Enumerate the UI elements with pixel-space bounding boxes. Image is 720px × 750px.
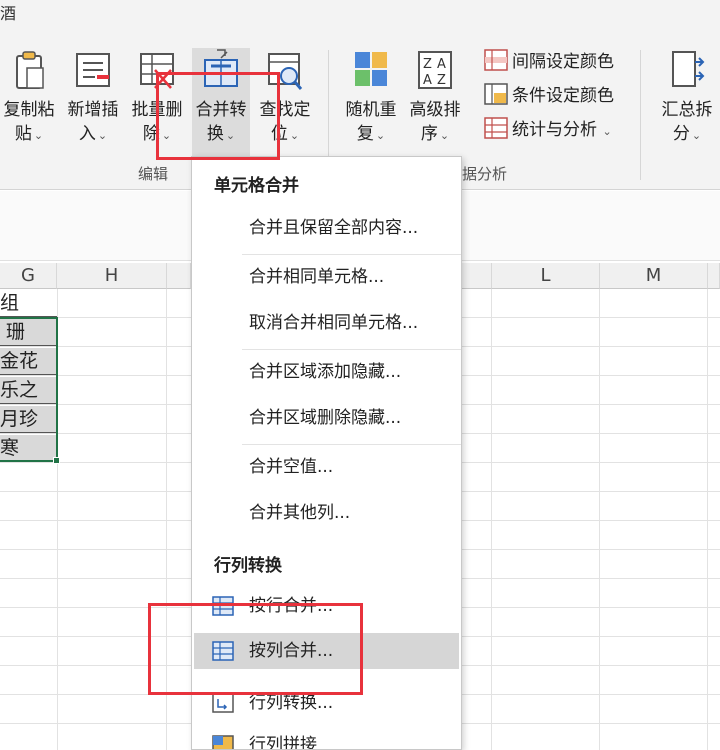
summary-split-button[interactable]: 汇总拆 分 ⌄ [658,48,716,158]
condition-grid-icon [484,83,508,105]
ribbon-divider [640,50,641,180]
menu-separator [242,254,461,255]
random-repeat-label-2: 复 [356,124,374,144]
highlight-box-merge-button [156,72,280,160]
svg-text:Z: Z [437,73,446,88]
menu-separator [242,349,461,350]
column-header-blank [462,263,492,289]
interval-grid-icon [484,49,508,71]
menu-section-row-column: 行列转换 [214,556,282,576]
advanced-sort-label-2: 序 [420,124,438,144]
column-header-h[interactable]: H [57,263,167,289]
new-insert-label-1: 新增插 [67,100,119,120]
menu-separator [242,444,461,445]
chevron-down-icon: ⌄ [439,129,450,142]
random-repeat-button[interactable]: 随机重 复 ⌄ [342,48,400,158]
copy-paste-label-2: 贴 [14,124,32,144]
interval-color-button[interactable]: 间隔设定颜色 [484,48,614,76]
new-insert-label-2: 入 [78,124,96,144]
menu-item-merge-remove-hidden[interactable]: 合并区域删除隐藏... [194,400,459,436]
menu-item-unmerge-same-cells[interactable]: 取消合并相同单元格... [194,305,459,341]
copy-paste-label-1: 复制粘 [3,100,55,120]
column-header-m[interactable]: M [600,263,708,289]
join-grid-icon [212,735,234,749]
menu-item-label: 行列转换... [249,693,334,713]
chevron-down-icon: ⌄ [33,129,44,142]
tab-label-fragment[interactable]: 酒 [0,0,16,24]
svg-text:Z: Z [423,57,432,72]
menu-item-merge-empty[interactable]: 合并空值... [194,449,459,485]
group-label-data-analysis: 据分析 [462,165,508,183]
copy-paste-button[interactable]: 复制粘 贴 ⌄ [0,48,58,158]
menu-item-merge-keep-all[interactable]: 合并且保留全部内容... [194,210,459,246]
highlight-box-merge-by-column [148,603,363,695]
stats-analysis-label: 统计与分析 [512,120,597,140]
color-tiles-icon [355,52,387,86]
transpose-icon [212,693,234,713]
new-insert-button[interactable]: 新增插 入 ⌄ [64,48,122,158]
chevron-down-icon: ⌄ [691,129,702,142]
condition-color-button[interactable]: 条件设定颜色 [484,82,614,110]
advanced-sort-label-1: 高级排 [409,100,461,120]
sort-az-icon: Z A A Z [418,51,452,89]
menu-item-merge-same-cells[interactable]: 合并相同单元格... [194,259,459,295]
menu-item-label: 行列拼接 [249,735,317,750]
random-repeat-label-1: 随机重 [345,100,397,120]
stats-grid-icon [484,117,508,139]
summary-split-label-1: 汇总拆 [661,100,713,120]
interval-color-label: 间隔设定颜色 [512,52,614,72]
summary-split-label-2: 分 [672,124,690,144]
column-header-blank [708,263,720,289]
column-header-blank [167,263,191,289]
clipboard-icon [16,51,44,89]
menu-item-row-column-join[interactable]: 行列拼接 [194,727,459,750]
menu-item-merge-add-hidden[interactable]: 合并区域添加隐藏... [194,354,459,390]
stats-analysis-button[interactable]: 统计与分析 ⌄ [484,116,612,144]
insert-rows-icon [76,53,110,87]
svg-text:A: A [423,73,432,88]
split-sheets-icon [672,51,705,87]
advanced-sort-button[interactable]: Z A A Z 高级排 序 ⌄ [406,48,464,158]
menu-section-cell-merge: 单元格合并 [214,176,299,196]
condition-color-label: 条件设定颜色 [512,86,614,106]
menu-item-merge-other-columns[interactable]: 合并其他列... [194,495,459,531]
selection-outline [0,317,58,462]
fill-handle[interactable] [53,457,60,464]
column-header-g[interactable]: G [0,263,57,289]
chevron-down-icon: ⌄ [375,129,386,142]
chevron-down-icon: ⌄ [289,129,300,142]
chevron-down-icon: ⌄ [599,125,612,138]
chevron-down-icon: ⌄ [97,129,108,142]
svg-text:A: A [437,57,446,72]
cell-g-header-value[interactable]: 组 [0,290,57,317]
group-label-edit: 编辑 [138,165,169,183]
column-header-l[interactable]: L [492,263,600,289]
